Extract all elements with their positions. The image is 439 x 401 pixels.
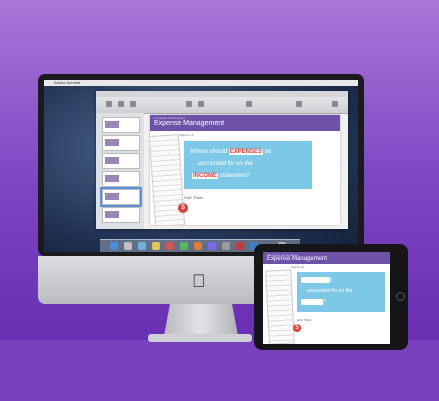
page-thumbnail[interactable] <box>102 135 140 151</box>
photos-icon[interactable] <box>194 242 202 250</box>
toolbar-tool-icon[interactable] <box>130 101 136 107</box>
banner-text: be <box>264 149 272 155</box>
banner-text: Where should <box>190 149 228 155</box>
menu-bar: Adobe Acrobat <box>44 80 358 86</box>
page-thumbnail[interactable] <box>102 207 140 223</box>
page-thumbnail[interactable] <box>102 153 140 169</box>
ipad-page-header: Computer Accounting 1 Expense Management <box>263 252 390 264</box>
launchpad-icon[interactable] <box>124 242 132 250</box>
toolbar-tool-icon[interactable] <box>296 101 302 107</box>
toolbar-tool-icon[interactable] <box>246 101 252 107</box>
page-thumbnail[interactable] <box>102 171 140 187</box>
imac-stand-foot <box>148 334 252 342</box>
acrobat-icon[interactable] <box>236 242 244 250</box>
notes-icon[interactable] <box>152 242 160 250</box>
toolbar-tool-icon[interactable] <box>198 101 204 107</box>
app-menu[interactable]: Adobe Acrobat <box>54 80 80 86</box>
finder-icon[interactable] <box>110 242 118 250</box>
ipad-home-button[interactable] <box>396 292 405 301</box>
ipad-figure-label: Figure 1.1 <box>291 265 305 269</box>
figure-label: Figure 1.1 <box>180 133 194 137</box>
dollar-coin-icon[interactable]: $ <box>178 203 188 213</box>
ipad-dollar-coin-icon[interactable]: $ <box>293 324 301 332</box>
page-thumbnail-selected[interactable] <box>100 187 142 207</box>
toolbar-tool-icon[interactable] <box>106 101 112 107</box>
toolbar-tool-icon[interactable] <box>118 101 124 107</box>
messages-icon[interactable] <box>180 242 188 250</box>
preferences-icon[interactable] <box>222 242 230 250</box>
ipad-screen: Computer Accounting 1 Expense Management… <box>263 252 390 344</box>
ipad-spreadsheet-image <box>265 269 295 344</box>
toolbar-tool-icon[interactable] <box>332 101 338 107</box>
page-title: Expense Management <box>154 120 225 127</box>
calendar-icon[interactable] <box>166 242 174 250</box>
imac-screen: Adobe Acrobat Computer Accounting 1 Expe… <box>44 80 358 252</box>
page-thumbnail[interactable] <box>102 117 140 133</box>
banner-keyword: EXPENSES <box>228 149 264 155</box>
question-banner: Where should EXPENSES be accounted for o… <box>184 141 312 189</box>
ipad-hint-note: Hint: Think <box>297 318 312 322</box>
toolbar-tool-icon[interactable] <box>186 101 192 107</box>
app-window: Computer Accounting 1 Expense Management… <box>96 91 348 229</box>
ipad-page-title: Expense Management <box>267 256 328 262</box>
ipad-question-banner: Where should EXPENSES be accounted for o… <box>297 272 385 312</box>
imac-stand <box>164 304 238 336</box>
itunes-icon[interactable] <box>208 242 216 250</box>
banner-text: accounted for on the <box>307 288 353 294</box>
banner-text: be <box>301 277 307 283</box>
safari-icon[interactable] <box>138 242 146 250</box>
hint-note: Hint: Think <box>184 195 204 200</box>
page-thumbnails-panel <box>96 113 144 229</box>
banner-text: accounted for on the <box>198 161 253 167</box>
banner-keyword: INCOME <box>192 173 218 179</box>
page-header: Computer Accounting 1 Expense Management <box>150 115 340 131</box>
banner-text: statement? <box>219 173 250 179</box>
apple-logo-icon:  <box>192 272 206 290</box>
banner-text: statement? <box>301 299 326 305</box>
document-page: Computer Accounting 1 Expense Management… <box>150 115 340 225</box>
toolbar <box>96 97 348 114</box>
